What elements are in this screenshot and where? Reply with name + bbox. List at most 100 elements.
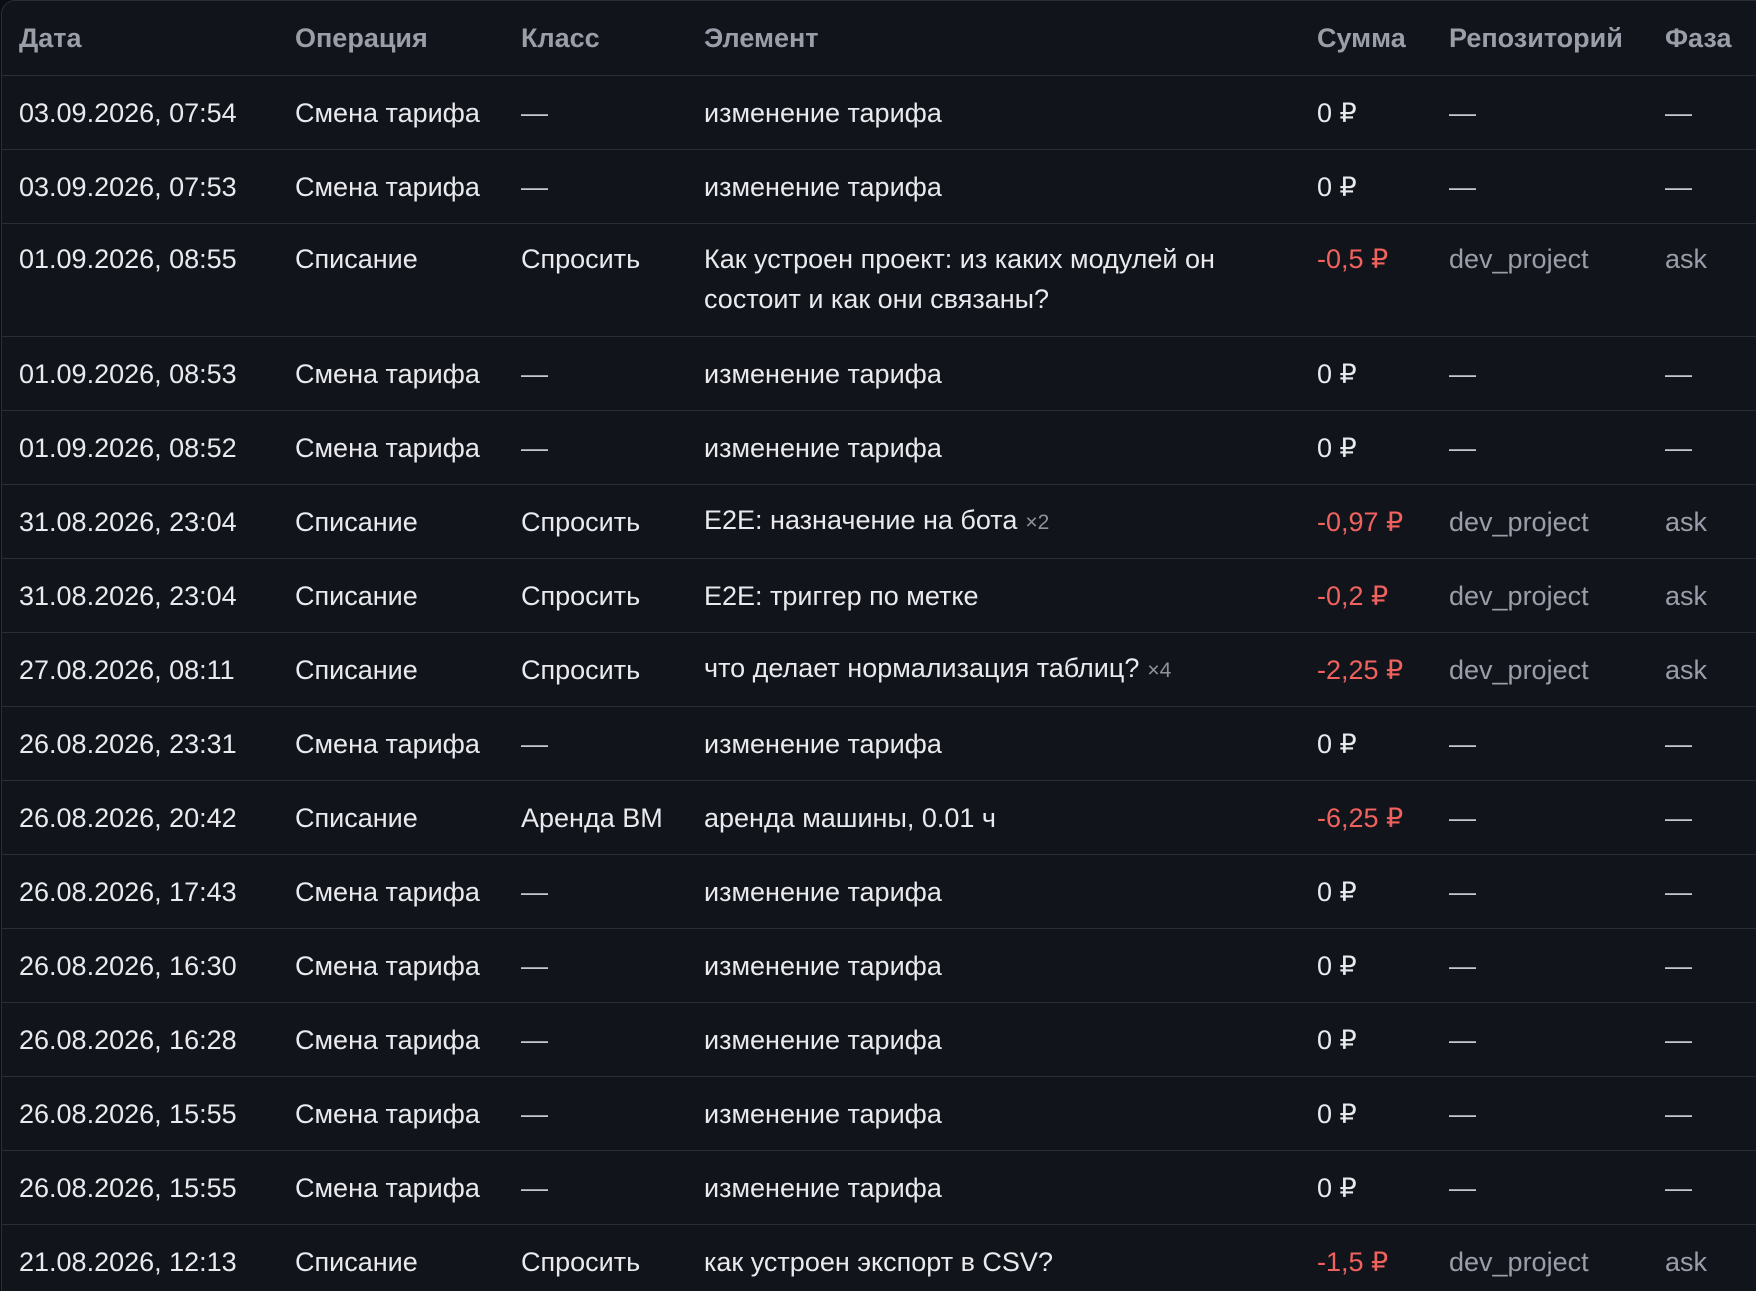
cell-phase-text: ask (1665, 244, 1707, 274)
cell-repository: — (1432, 707, 1648, 781)
cell-date: 01.09.2026, 08:55 (2, 224, 278, 337)
cell-class: — (504, 1077, 687, 1151)
cell-amount: 0 ₽ (1300, 411, 1432, 485)
cell-phase-text: — (1665, 433, 1692, 463)
cell-class-text: Спросить (521, 507, 640, 537)
cell-operation-text: Смена тарифа (295, 433, 480, 463)
cell-element: E2E: назначение на бота×2 (687, 485, 1300, 559)
cell-amount-text: -0,2 ₽ (1317, 581, 1388, 611)
table-row: 01.09.2026, 08:53 Смена тарифа — изменение … (2, 337, 1756, 411)
cell-amount: -2,25 ₽ (1300, 633, 1432, 707)
cell-operation: Списание (278, 633, 504, 707)
cell-phase: — (1648, 76, 1756, 150)
multiplier-badge: ×4 (1147, 659, 1171, 682)
cell-date: 26.08.2026, 16:28 (2, 1003, 278, 1077)
cell-amount: -1,5 ₽ (1300, 1225, 1432, 1291)
cell-element: E2E: триггер по метке (687, 559, 1300, 633)
cell-amount: -6,25 ₽ (1300, 781, 1432, 855)
cell-date-text: 26.08.2026, 23:31 (19, 729, 237, 759)
cell-amount: -0,97 ₽ (1300, 485, 1432, 559)
cell-repository-text: — (1449, 433, 1476, 463)
cell-operation: Списание (278, 224, 504, 337)
cell-phase: — (1648, 150, 1756, 224)
cell-repository: — (1432, 337, 1648, 411)
cell-amount: 0 ₽ (1300, 1151, 1432, 1225)
cell-date-text: 26.08.2026, 16:28 (19, 1025, 237, 1055)
column-header-operation: Операция (278, 1, 504, 76)
table-row: 01.09.2026, 08:52Смена тарифа—изменение … (2, 411, 1756, 485)
cell-repository: — (1432, 1077, 1648, 1151)
cell-date-text: 21.08.2026, 12:13 (19, 1247, 237, 1277)
cell-phase-text: ask (1665, 581, 1707, 611)
table-row: 26.08.2026, 16:28Смена тарифа—изменение … (2, 1003, 1756, 1077)
cell-element: что делает нормализация таблиц?×4 (687, 633, 1300, 707)
cell-operation: Смена тарифа (278, 1077, 504, 1151)
cell-class-text: — (521, 1025, 548, 1055)
column-header-amount: Сумма (1300, 1, 1432, 76)
cell-repository-text: dev_project (1449, 655, 1589, 685)
cell-element: изменение тарифа (687, 929, 1300, 1003)
column-header-phase: Фаза (1648, 1, 1756, 76)
cell-date-text: 31.08.2026, 23:04 (19, 507, 237, 537)
cell-repository-text: — (1449, 1099, 1476, 1129)
cell-amount: 0 ₽ (1300, 929, 1432, 1003)
cell-phase: ask (1648, 559, 1756, 633)
cell-operation-text: Смена тарифа (295, 1173, 480, 1203)
cell-operation-text: Списание (295, 1247, 418, 1277)
cell-element-text: изменение тарифа (704, 1173, 942, 1203)
cell-repository-text: dev_project (1449, 1247, 1589, 1277)
cell-class-text: Спросить (521, 655, 640, 685)
cell-operation-text: Смена тарифа (295, 951, 480, 981)
cell-date-text: 26.08.2026, 15:55 (19, 1173, 237, 1203)
cell-element: изменение тарифа (687, 337, 1300, 411)
cell-amount-text: -6,25 ₽ (1317, 803, 1403, 833)
cell-repository-text: — (1449, 1173, 1476, 1203)
cell-class-text: — (521, 359, 548, 389)
cell-date-text: 26.08.2026, 20:42 (19, 803, 237, 833)
cell-repository: dev_project (1432, 633, 1648, 707)
cell-amount-text: 0 ₽ (1317, 729, 1357, 759)
cell-phase: — (1648, 1003, 1756, 1077)
cell-class-text: Спросить (521, 581, 640, 611)
cell-element-text: изменение тарифа (704, 877, 942, 907)
cell-phase-text: ask (1665, 655, 1707, 685)
cell-repository-text: — (1449, 803, 1476, 833)
cell-date: 31.08.2026, 23:04 (2, 485, 278, 559)
cell-amount: 0 ₽ (1300, 707, 1432, 781)
cell-element-text: E2E: триггер по метке (704, 581, 978, 611)
cell-repository-text: — (1449, 729, 1476, 759)
cell-amount-text: 0 ₽ (1317, 359, 1357, 389)
cell-class-text: — (521, 729, 548, 759)
cell-phase: — (1648, 929, 1756, 1003)
cell-amount: 0 ₽ (1300, 1003, 1432, 1077)
cell-repository: — (1432, 1003, 1648, 1077)
cell-operation-text: Смена тарифа (295, 172, 480, 202)
cell-repository: — (1432, 76, 1648, 150)
cell-element-text: изменение тарифа (704, 359, 942, 389)
cell-element: изменение тарифа (687, 76, 1300, 150)
cell-amount-text: -0,5 ₽ (1317, 244, 1388, 274)
cell-phase: — (1648, 1151, 1756, 1225)
cell-class: — (504, 411, 687, 485)
cell-operation-text: Списание (295, 803, 418, 833)
cell-operation-text: Смена тарифа (295, 359, 480, 389)
cell-repository: dev_project (1432, 1225, 1648, 1291)
cell-amount-text: 0 ₽ (1317, 172, 1357, 202)
cell-amount: 0 ₽ (1300, 1077, 1432, 1151)
cell-amount: 0 ₽ (1300, 150, 1432, 224)
cell-class: — (504, 1003, 687, 1077)
cell-amount: 0 ₽ (1300, 337, 1432, 411)
cell-class-text: — (521, 1099, 548, 1129)
table-row: 26.08.2026, 20:42СписаниеАренда ВМаренда… (2, 781, 1756, 855)
cell-element-text: Как устроен проект: из каких модулей он … (704, 244, 1215, 314)
cell-repository: — (1432, 411, 1648, 485)
cell-repository-text: — (1449, 172, 1476, 202)
cell-repository: dev_project (1432, 559, 1648, 633)
cell-repository-text: — (1449, 1025, 1476, 1055)
transactions-table-container: Дата Операция Класс Элемент Сумма Репози… (1, 0, 1756, 1291)
cell-date: 26.08.2026, 15:55 (2, 1151, 278, 1225)
column-header-repository: Репозиторий (1432, 1, 1648, 76)
cell-phase-text: — (1665, 1025, 1692, 1055)
cell-class-text: — (521, 951, 548, 981)
cell-date: 01.09.2026, 08:53 (2, 337, 278, 411)
